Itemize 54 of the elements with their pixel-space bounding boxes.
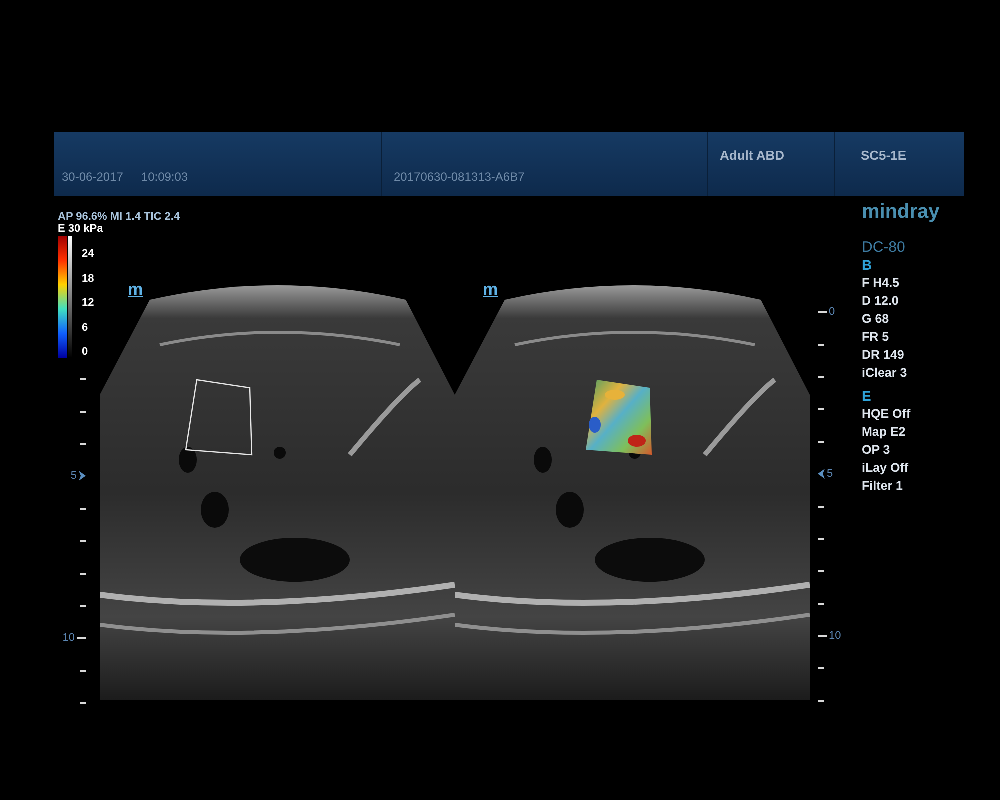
- parameter-text: Filter 1: [862, 478, 904, 495]
- depth-tick: [80, 670, 86, 672]
- image-marker: m: [483, 281, 498, 298]
- depth-label: 5: [70, 470, 77, 482]
- parameter-text: Map E2: [862, 424, 907, 441]
- depth-tick: [818, 440, 824, 443]
- color-scale-label: 24: [82, 249, 94, 260]
- depth-tick: [818, 506, 824, 508]
- depth-label: 0: [829, 306, 836, 318]
- depth-tick: [818, 700, 824, 702]
- depth-tick: [80, 702, 86, 704]
- parameter-text: D 12.0: [862, 293, 900, 310]
- probe-text: SC5-1E: [861, 148, 907, 163]
- parameter-text: DR 149: [862, 347, 906, 364]
- exam-id-text: 20170630-081313-A6B7: [394, 169, 525, 186]
- model-text: DC-80: [862, 240, 906, 256]
- parameter-text: iLay Off: [862, 460, 910, 477]
- depth-label: 5: [827, 468, 834, 480]
- parameter-text: G 68: [862, 311, 890, 328]
- depth-tick: [80, 508, 86, 510]
- depth-tick: [80, 442, 86, 445]
- depth-tick: [77, 637, 86, 640]
- depth-tick: [818, 344, 824, 346]
- brand-logo: mindray: [862, 200, 941, 224]
- color-scale-label: 12: [82, 298, 94, 309]
- parameter-text: OP 3: [862, 442, 892, 459]
- depth-tick: [80, 572, 86, 575]
- roi-box[interactable]: [185, 379, 253, 456]
- depth-tick: [818, 570, 824, 572]
- image-marker: m: [128, 281, 144, 298]
- depth-tick: [80, 540, 86, 542]
- mode-label: E: [862, 387, 872, 405]
- time-text: 10:09:03: [141, 169, 188, 186]
- color-scale-label: 18: [82, 274, 94, 284]
- depth-tick: [80, 410, 86, 413]
- depth-tick: [818, 635, 827, 638]
- depth-tick: [818, 538, 824, 540]
- depth-tick: [818, 667, 824, 670]
- depth-tick: [80, 604, 86, 607]
- depth-tick: [818, 376, 824, 378]
- color-scale-label: 0: [82, 347, 90, 358]
- parameter-text: FR 5: [862, 329, 890, 346]
- exam-preset-text: Adult ABD: [720, 148, 785, 163]
- parameter-text: iClear 3: [862, 365, 908, 382]
- date-text: 30-06-2017: [62, 169, 124, 186]
- depth-tick: [818, 408, 824, 410]
- depth-label: 10: [829, 630, 842, 642]
- color-scale-label: 6: [82, 322, 90, 334]
- parameter-text: HQE Off: [862, 406, 912, 423]
- acoustic-output-text: AP 96.6% MI 1.4 TIC 2.4: [58, 211, 180, 223]
- mode-label: B: [862, 256, 874, 274]
- depth-label: 10: [62, 632, 75, 644]
- depth-tick: [818, 602, 824, 605]
- parameter-text: F H4.5: [862, 275, 901, 292]
